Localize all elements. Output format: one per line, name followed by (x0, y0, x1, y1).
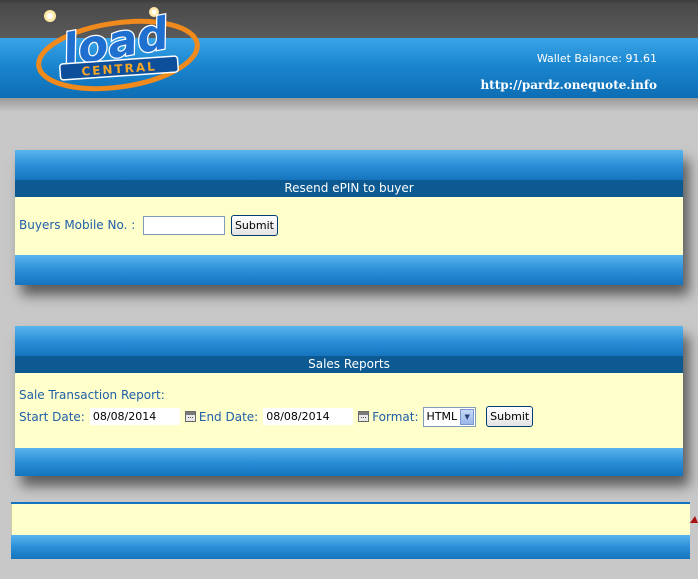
site-url[interactable]: http://pardz.onequote.info (480, 78, 657, 92)
sales-form: Sale Transaction Report: Start Date: End… (15, 373, 683, 448)
resend-epin-panel: Resend ePIN to buyer Buyers Mobile No. :… (15, 150, 683, 285)
sales-submit-button[interactable]: Submit (486, 406, 534, 427)
end-date-input[interactable] (262, 407, 355, 426)
footer-panel (11, 502, 690, 559)
format-select[interactable]: HTML ▼ (422, 406, 477, 427)
load-central-logo: load CENTRAL (36, 7, 200, 92)
chevron-down-icon[interactable]: ▼ (460, 408, 475, 425)
panel-bottom-bar (15, 255, 683, 285)
resend-form: Buyers Mobile No. : Submit (15, 197, 683, 255)
sales-reports-panel: Sales Reports Sale Transaction Report: S… (15, 326, 683, 476)
resend-submit-button[interactable]: Submit (230, 215, 278, 236)
buyers-mobile-input[interactable] (143, 216, 226, 235)
wallet-balance: Wallet Balance: 91.61 (536, 52, 657, 65)
format-selected-value: HTML (426, 410, 458, 423)
panel-top-bar (15, 150, 683, 180)
panel-top-bar (15, 326, 683, 356)
panel-bottom-bar (15, 448, 683, 476)
sales-panel-title: Sales Reports (15, 356, 683, 373)
header-shadow (0, 98, 698, 112)
buyers-mobile-label: Buyers Mobile No. : (19, 218, 136, 232)
footer-body (11, 504, 690, 535)
resend-panel-title: Resend ePIN to buyer (15, 180, 683, 197)
red-marker-icon (690, 516, 698, 523)
start-date-label: Start Date: (19, 409, 85, 424)
start-calendar-icon[interactable] (184, 411, 196, 422)
sales-form-row: Start Date: End Date: Format: HTML ▼ Sub… (19, 406, 679, 427)
footer-bar (11, 535, 690, 559)
end-date-label: End Date: (198, 409, 259, 424)
format-label: Format: (372, 409, 419, 424)
sale-transaction-report-label: Sale Transaction Report: (19, 388, 165, 402)
end-calendar-icon[interactable] (358, 411, 370, 422)
start-date-input[interactable] (88, 407, 181, 426)
